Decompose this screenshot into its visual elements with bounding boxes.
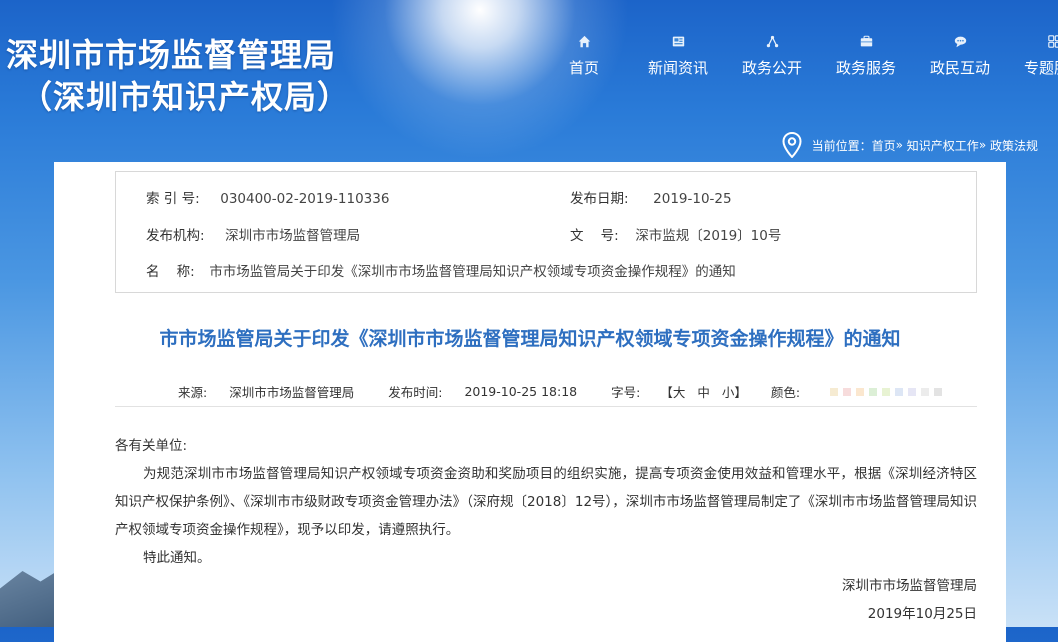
nav-label: 政务服务 bbox=[835, 59, 896, 77]
meta-date-value: 2019-10-25 bbox=[653, 191, 732, 207]
color-swatch-9[interactable] bbox=[934, 387, 943, 396]
color-swatch-2[interactable] bbox=[843, 387, 852, 396]
site-title-line1: 深圳市市场监督管理局 bbox=[6, 36, 337, 74]
site-title[interactable]: 深圳市市场监督管理局 （深圳市知识产权局） bbox=[6, 34, 350, 118]
chat-icon bbox=[913, 33, 1007, 51]
main-nav: 首页 新闻资讯 政务公开 政务服务 政民互动 专题服务 bbox=[537, 33, 1058, 78]
notice-line: 特此通知。 bbox=[143, 550, 211, 566]
color-label: 颜色: bbox=[770, 385, 801, 400]
content-panel: 索 引 号: 030400-02-2019-110336 发布日期: 2019-… bbox=[54, 162, 1006, 642]
font-size-bracket-close: 】 bbox=[734, 385, 747, 400]
nav-label: 专题服务 bbox=[1023, 59, 1058, 77]
breadcrumb-prefix: 当前位置： bbox=[811, 138, 872, 153]
greeting: 各有关单位: bbox=[115, 438, 188, 454]
location-pin-icon bbox=[782, 132, 802, 158]
meta-org: 发布机构: 深圳市市场监督管理局 bbox=[146, 224, 360, 244]
meta-index-value: 030400-02-2019-110336 bbox=[220, 191, 390, 207]
nav-item-interaction[interactable]: 政民互动 bbox=[913, 33, 1007, 78]
meta-index: 索 引 号: 030400-02-2019-110336 bbox=[146, 187, 389, 207]
news-icon bbox=[631, 33, 725, 51]
breadcrumb-home[interactable]: 首页 bbox=[872, 137, 896, 154]
breadcrumb-separator: » bbox=[978, 138, 987, 152]
nav-label: 新闻资讯 bbox=[647, 59, 708, 77]
divider bbox=[115, 406, 977, 407]
meta-docno: 文 号: 深市监规〔2019〕10号 bbox=[570, 224, 781, 244]
publish-time-label: 发布时间: bbox=[388, 385, 443, 400]
nav-item-news[interactable]: 新闻资讯 bbox=[631, 33, 725, 78]
document-meta-box: 索 引 号: 030400-02-2019-110336 发布日期: 2019-… bbox=[115, 171, 977, 293]
briefcase-icon bbox=[819, 33, 913, 51]
meta-org-value: 深圳市市场监督管理局 bbox=[225, 228, 361, 244]
breadcrumb-separator: » bbox=[895, 138, 903, 152]
nav-item-services[interactable]: 政务服务 bbox=[819, 33, 913, 78]
color-swatch-6[interactable] bbox=[895, 387, 904, 396]
article-info-bar: 来源: 深圳市市场监督管理局 发布时间: 2019-10-25 18:18 字号… bbox=[178, 382, 947, 401]
color-swatch-3[interactable] bbox=[856, 387, 865, 396]
body-paragraph: 为规范深圳市市场监督管理局知识产权领域专项资金资助和奖励项目的组织实施，提高专项… bbox=[115, 466, 977, 538]
article-title: 市市场监管局关于印发《深圳市市场监督管理局知识产权领域专项资金操作规程》的通知 bbox=[159, 328, 901, 350]
sign-date: 2019年10月25日 bbox=[867, 606, 977, 622]
font-size-large-button[interactable]: 大 bbox=[673, 382, 686, 401]
meta-org-label: 发布机构: bbox=[146, 228, 205, 244]
article-body: 各有关单位: 为规范深圳市市场监督管理局知识产权领域专项资金资助和奖励项目的组织… bbox=[115, 432, 977, 628]
font-size-label: 字号: bbox=[611, 385, 641, 400]
breadcrumb: 当前位置： 首页 » 知识产权工作 » 政策法规 bbox=[782, 132, 1038, 158]
share-icon bbox=[725, 33, 819, 51]
color-swatch-5[interactable] bbox=[882, 387, 891, 396]
font-size-small-button[interactable]: 小 bbox=[722, 382, 735, 401]
meta-name-label: 名 称: bbox=[146, 264, 195, 280]
home-icon bbox=[537, 33, 631, 51]
nav-item-topics[interactable]: 专题服务 bbox=[1007, 33, 1058, 78]
meta-name-value: 市市场监管局关于印发《深圳市市场监督管理局知识产权领域专项资金操作规程》的通知 bbox=[209, 264, 736, 280]
meta-name: 名 称: 市市场监管局关于印发《深圳市市场监督管理局知识产权领域专项资金操作规程… bbox=[146, 260, 736, 280]
source-label: 来源: bbox=[178, 385, 208, 400]
nav-label: 首页 bbox=[568, 59, 599, 77]
publish-time-value: 2019-10-25 18:18 bbox=[464, 384, 578, 399]
meta-index-label: 索 引 号: bbox=[146, 191, 200, 207]
nav-item-gov-affairs[interactable]: 政务公开 bbox=[725, 33, 819, 78]
source-value: 深圳市市场监督管理局 bbox=[229, 385, 355, 400]
nav-label: 政务公开 bbox=[741, 59, 802, 77]
site-title-line2: （深圳市知识产权局） bbox=[20, 78, 351, 116]
nav-label: 政民互动 bbox=[929, 59, 990, 77]
nav-item-home[interactable]: 首页 bbox=[537, 33, 631, 78]
meta-docno-label: 文 号: bbox=[570, 228, 619, 244]
breadcrumb-policy[interactable]: 政策法规 bbox=[990, 137, 1038, 154]
color-swatch-1[interactable] bbox=[830, 387, 839, 396]
color-swatch-7[interactable] bbox=[908, 387, 917, 396]
meta-date-label: 发布日期: bbox=[570, 191, 629, 207]
signature: 深圳市市场监督管理局 bbox=[842, 578, 977, 594]
meta-docno-value: 深市监规〔2019〕10号 bbox=[635, 228, 782, 244]
meta-date: 发布日期: 2019-10-25 bbox=[570, 187, 732, 207]
font-size-medium-button[interactable]: 中 bbox=[697, 382, 710, 401]
color-swatches bbox=[830, 387, 947, 396]
grid-icon bbox=[1007, 33, 1058, 51]
sky-glow bbox=[330, 0, 630, 160]
font-size-bracket-open: 【 bbox=[660, 385, 673, 400]
breadcrumb-ip-work[interactable]: 知识产权工作 bbox=[907, 137, 979, 154]
color-swatch-4[interactable] bbox=[869, 387, 878, 396]
color-swatch-8[interactable] bbox=[921, 387, 930, 396]
